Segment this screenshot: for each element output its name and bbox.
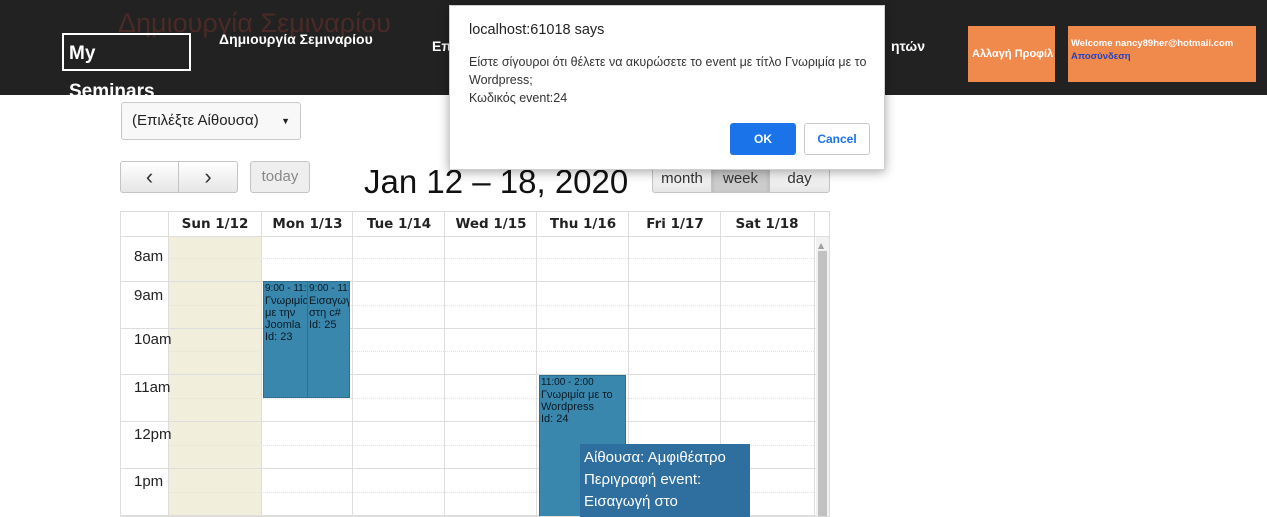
- scroll-up-arrow-icon[interactable]: ▲: [818, 241, 824, 250]
- ok-button[interactable]: OK: [730, 123, 796, 155]
- chevron-down-icon: ▼: [281, 116, 290, 126]
- today-column-highlight: [169, 237, 261, 516]
- tooltip-description: Εισαγωγή στο wordpress: [584, 493, 678, 517]
- event-time: 11:00 - 2:00: [541, 377, 594, 388]
- day-header: Sat 1/18: [735, 216, 799, 232]
- time-label: 9am: [134, 287, 164, 304]
- logout-link[interactable]: Αποσύνδεση: [1071, 51, 1256, 62]
- event-id: Id: 24: [541, 413, 569, 425]
- calendar-event[interactable]: 9:00 - 11:00 Γνωριμία με την Joomla Id: …: [263, 281, 308, 398]
- scrollbar-thumb[interactable]: [818, 251, 827, 516]
- event-title: Εισαγωγή στη c#: [309, 295, 349, 319]
- event-id: Id: 25: [309, 319, 337, 331]
- calendar-event[interactable]: 9:00 - 11:00 Εισαγωγή στη c# Id: 25: [307, 281, 350, 398]
- change-profile-button[interactable]: Αλλαγή Προφίλ: [968, 26, 1055, 82]
- event-time: 9:00 - 11:00: [309, 283, 349, 294]
- welcome-box: Welcome nancy89her@hotmail.com Αποσύνδεσ…: [1068, 26, 1256, 82]
- brand-logo-link[interactable]: My Seminars: [62, 33, 191, 102]
- tooltip-room: Αίθουσα: Αμφιθέατρο: [584, 449, 726, 466]
- header-divider: [121, 236, 829, 237]
- nav-link-create-seminar[interactable]: Δημιουργία Σεμιναρίου: [219, 31, 373, 47]
- event-id: Id: 23: [265, 331, 293, 343]
- day-header: Sun 1/12: [181, 216, 249, 232]
- prev-week-button[interactable]: ‹: [120, 161, 179, 193]
- event-time: 9:00 - 11:00: [265, 283, 307, 294]
- dialog-message: Είστε σίγουροι ότι θέλετε να ακυρώσετε τ…: [469, 55, 867, 105]
- day-header: Fri 1/17: [646, 216, 704, 232]
- day-header: Thu 1/16: [549, 216, 617, 232]
- next-week-button[interactable]: ›: [178, 161, 238, 193]
- day-header: Mon 1/13: [272, 216, 343, 232]
- time-label: 12pm: [134, 426, 172, 443]
- calendar-scrollbar[interactable]: ▲: [816, 237, 829, 516]
- hour-line: [121, 281, 816, 282]
- time-label: 1pm: [134, 473, 164, 490]
- nav-link-partial-right[interactable]: ητών: [891, 38, 925, 54]
- hour-line: [121, 421, 816, 422]
- day-header: Wed 1/15: [455, 216, 527, 232]
- event-tooltip: Αίθουσα: Αμφιθέατρο Περιγραφή event: Εισ…: [580, 444, 750, 517]
- time-label: 8am: [134, 248, 164, 265]
- time-label: 11am: [134, 379, 171, 396]
- page: Δημιουργία Σεμιναρίου My Seminars Δημιου…: [0, 0, 1267, 517]
- chevron-right-icon: ›: [204, 164, 212, 189]
- room-select-value: (Επιλέξτε Αίθουσα): [132, 112, 259, 129]
- time-label: 10am: [134, 331, 172, 348]
- room-select[interactable]: (Επιλέξτε Αίθουσα) ▼: [121, 102, 301, 140]
- dialog-title: localhost:61018 says: [469, 22, 605, 38]
- chevron-left-icon: ‹: [145, 164, 154, 189]
- confirm-dialog: localhost:61018 says Είστε σίγουροι ότι …: [449, 5, 885, 170]
- hour-line: [121, 328, 816, 329]
- hour-line: [121, 374, 816, 375]
- half-hour-line: [169, 398, 814, 399]
- day-header: Tue 1/14: [366, 216, 432, 232]
- welcome-text: Welcome nancy89her@hotmail.com: [1071, 38, 1234, 49]
- event-title: Γνωριμία με την Joomla: [265, 295, 308, 331]
- half-hour-line: [169, 258, 814, 259]
- cancel-button[interactable]: Cancel: [804, 123, 870, 155]
- event-title: Γνωριμία με το Wordpress: [541, 389, 613, 413]
- tooltip-description-label: Περιγραφή event:: [584, 471, 702, 488]
- grid-line: [814, 212, 815, 516]
- today-button[interactable]: today: [250, 161, 310, 193]
